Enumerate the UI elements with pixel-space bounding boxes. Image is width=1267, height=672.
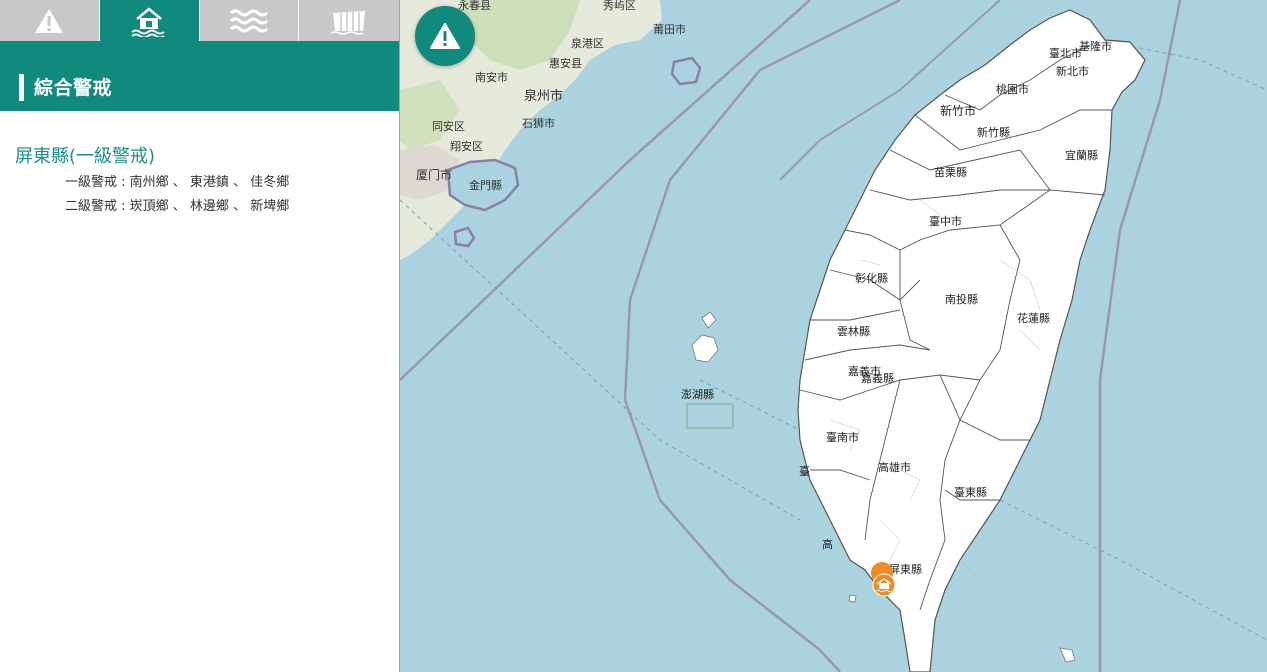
county-label: 雲林縣 [837,324,870,338]
place-label: 厦门市 [416,167,452,182]
county-label: 臺北市 [1049,46,1082,60]
islet [848,594,857,603]
flooded-house-icon [131,6,165,37]
place-label: 泉州市 [524,88,563,104]
place-label: 南安市 [475,70,508,84]
dashed-line [400,199,801,521]
panel-title: 綜合警戒 [34,77,113,99]
county-label: 彰化縣 [855,271,888,285]
place-label: 翔安区 [450,139,483,153]
warning-icon [35,8,64,33]
county-label: 臺中市 [929,214,962,228]
map-canvas[interactable]: 永春县 秀屿区 泉港区 莆田市 南安市 惠安县 泉州市 同安区 石狮市 翔安区 … [400,0,1267,672]
county-label: 高雄市 [878,460,911,474]
place-label: 永春县 [458,0,491,12]
county-warning-heading[interactable]: 屏東縣(一級警戒) [15,143,385,171]
header-accent-bar [19,74,24,101]
warning-icon [430,23,460,49]
county-label: 新竹縣 [977,125,1010,139]
county-label: 宜蘭縣 [1065,148,1098,162]
tab-flood-warning[interactable] [99,0,199,41]
waves-icon [229,9,268,32]
county-label: 新北市 [1056,64,1089,78]
tab-sea-warning[interactable] [199,0,299,41]
separator: : [117,199,130,214]
county-label: 高 [822,537,833,551]
warning-level-row: 一級警戒 : 南州鄉 、 東港鎮 、 佳冬鄉 [15,171,385,195]
place-label: 惠安县 [549,56,582,70]
place-label: 莆田市 [653,22,686,36]
county-label: 臺南市 [826,430,859,444]
county-label: 南投縣 [945,292,978,306]
penghu-islands [691,334,719,363]
warning-fab-button[interactable] [415,6,475,66]
dashed-line [999,499,1267,641]
separator: : [117,175,130,190]
dam-icon [330,10,366,35]
tab-reservoir-warning[interactable] [299,0,399,41]
county-label: 花蓮縣 [1017,311,1050,325]
islet [1059,647,1076,663]
county-label: 澎湖縣 [681,388,714,401]
county-label: 桃園市 [996,82,1029,96]
sidebar-panel: 綜合警戒 屏東縣(一級警戒) 一級警戒 : 南州鄉 、 東港鎮 、 佳冬鄉 二級… [0,0,400,672]
county-label: 臺 [799,464,810,478]
panel-header: 綜合警戒 [0,41,399,111]
county-label: 新竹市 [940,103,976,118]
island-boundary [670,56,702,86]
county-label: 嘉義縣 [861,371,894,385]
place-label: 金門縣 [469,178,502,192]
county-label: 基隆市 [1079,39,1112,53]
place-label: 石狮市 [522,116,555,130]
warning-level-row: 二級警戒 : 崁頂鄉 、 林邊鄉 、 新埤鄉 [15,195,385,219]
county-label: 屏東縣 [889,563,922,576]
county-label: 臺東縣 [954,485,987,499]
tab-bar [0,0,399,41]
map-svg: 永春县 秀屿区 泉港区 莆田市 南安市 惠安县 泉州市 同安区 石狮市 翔安区 … [400,0,1267,672]
place-label: 泉港区 [571,36,604,50]
warning-townships: 崁頂鄉 、 林邊鄉 、 新埤鄉 [129,199,290,214]
tab-general-warning[interactable] [0,0,99,41]
warning-townships: 南州鄉 、 東港鎮 、 佳冬鄉 [129,175,290,190]
island-boundary [453,226,476,248]
warning-level-label: 二級警戒 [65,199,118,214]
penghu-islands [701,311,717,329]
warning-level-label: 一級警戒 [65,175,118,190]
warning-content: 屏東縣(一級警戒) 一級警戒 : 南州鄉 、 東港鎮 、 佳冬鄉 二級警戒 : … [15,143,385,219]
penghu-box [686,403,734,429]
county-label: 苗栗縣 [934,166,967,179]
place-label: 秀屿区 [603,0,636,12]
place-label: 同安区 [432,119,465,133]
